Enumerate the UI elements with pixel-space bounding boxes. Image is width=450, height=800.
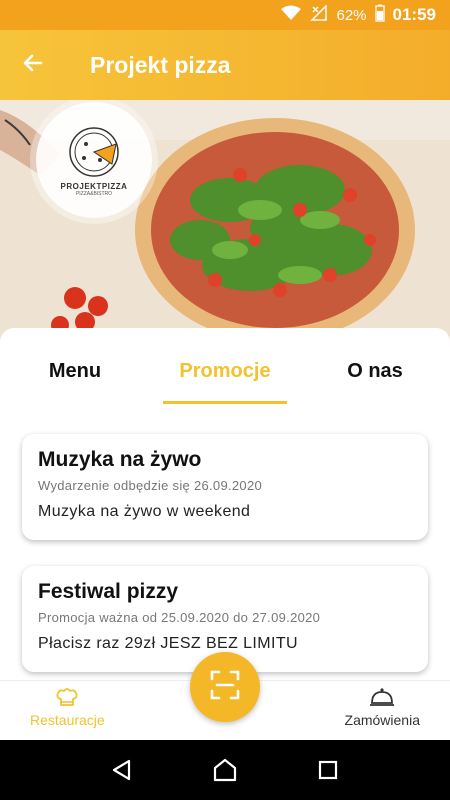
card-description: Muzyka na żywo w weekend: [38, 503, 251, 520]
hero-image: PROJEKTPIZZA PIZZA&BISTRO: [0, 100, 450, 350]
clock: 01:59: [392, 5, 436, 24]
system-navigation-bar: [0, 740, 450, 800]
nav-restauracje[interactable]: Restauracje: [30, 687, 105, 728]
page-title: Projekt pizza: [90, 51, 231, 78]
scan-icon: [210, 670, 240, 705]
card-title: Muzyka na żywo: [38, 448, 202, 471]
app-screen: 62% 01:59 Projekt pizza PROJEKTPIZZA PIZ…: [0, 0, 450, 800]
back-button[interactable]: [0, 30, 66, 100]
card-description: Płacisz raz 29zł JESZ BEZ LIMITU: [38, 635, 298, 652]
square-recents-icon: [319, 760, 338, 780]
content-sheet: Menu Promocje O nas Muzyka na żywo Wydar…: [0, 328, 450, 680]
home-icon: [213, 758, 237, 782]
nav-label: Zamówienia: [344, 712, 420, 728]
arrow-left-icon: [21, 51, 45, 80]
battery-icon: [374, 4, 385, 26]
nav-zamowienia[interactable]: Zamówienia: [345, 687, 420, 728]
system-home-button[interactable]: [205, 750, 245, 790]
tab-o-nas[interactable]: O nas: [300, 356, 450, 406]
logo-name: PROJEKTPIZZA: [60, 181, 128, 191]
app-bar: Projekt pizza: [0, 30, 450, 100]
wifi-icon: [280, 5, 302, 25]
status-bar: 62% 01:59: [0, 0, 450, 30]
system-recents-button[interactable]: [308, 750, 348, 790]
tab-menu[interactable]: Menu: [0, 356, 150, 406]
triangle-back-icon: [112, 759, 130, 781]
nav-label: Restauracje: [30, 712, 105, 728]
battery-percent: 62%: [336, 6, 367, 24]
logo-subtitle: PIZZA&BISTRO: [75, 190, 113, 197]
card-meta: Wydarzenie odbędzie się 26.09.2020: [38, 478, 263, 493]
tab-promocje[interactable]: Promocje: [150, 356, 300, 406]
restaurant-logo: PROJEKTPIZZA PIZZA&BISTRO: [36, 102, 152, 218]
signal-icon: [310, 4, 328, 25]
pizza-logo-icon: [69, 126, 119, 177]
promo-card[interactable]: Muzyka na żywo Wydarzenie odbędzie się 2…: [22, 434, 428, 540]
cloche-icon: [369, 687, 395, 712]
chef-hat-icon: [55, 687, 79, 712]
card-title: Festiwal pizzy: [38, 580, 179, 603]
card-meta: Promocja ważna od 25.09.2020 do 27.09.20…: [38, 610, 321, 625]
tab-bar: Menu Promocje O nas: [0, 356, 450, 406]
system-back-button[interactable]: [102, 750, 142, 790]
scan-button[interactable]: [190, 652, 260, 722]
